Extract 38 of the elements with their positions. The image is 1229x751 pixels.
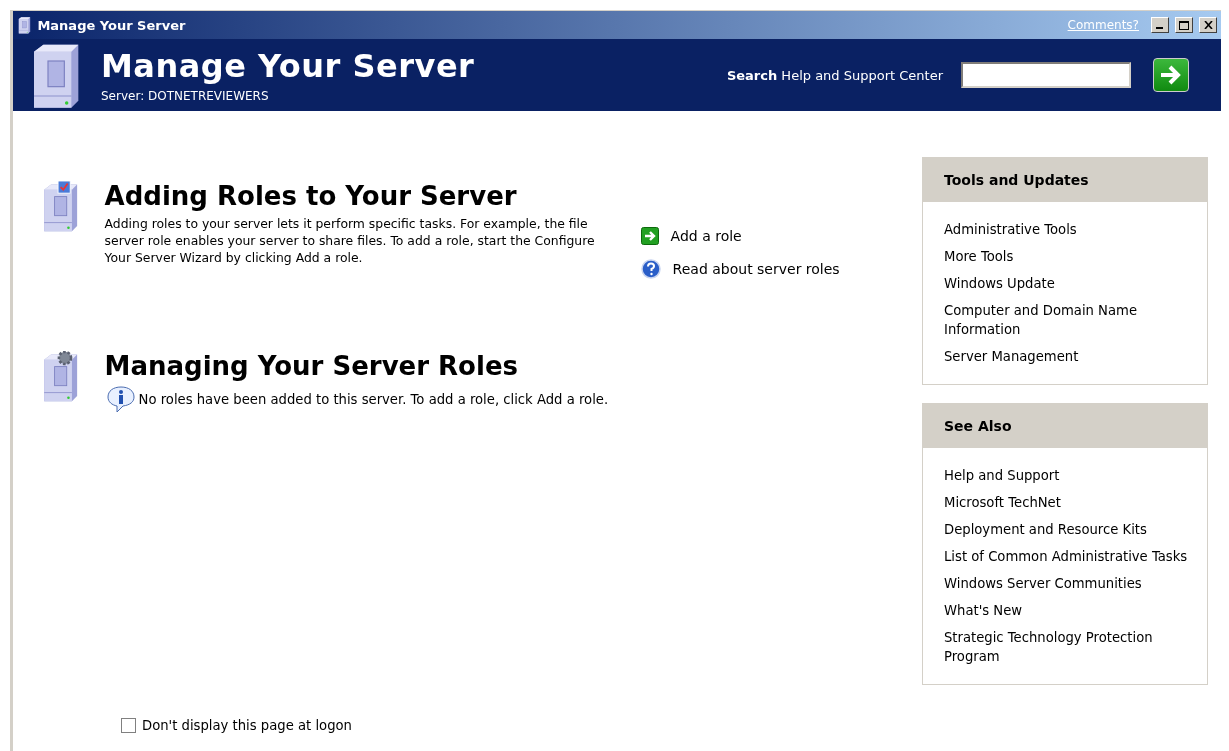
minimize-button[interactable] [1151, 17, 1169, 33]
panel-link[interactable]: Administrative Tools [944, 220, 1197, 239]
search-field[interactable] [961, 62, 1131, 88]
info-message: No roles have been added to this server. To add a role, click Add a role. [138, 391, 609, 407]
close-button[interactable] [1199, 17, 1217, 33]
search-label: Search Help and Support Center [726, 67, 943, 83]
maximize-button[interactable] [1175, 17, 1193, 33]
panel-link[interactable]: Strategic Technology Protection Program [944, 628, 1197, 666]
section-title: Managing Your Server Roles [104, 351, 519, 381]
task-link[interactable]: Add a role [670, 228, 742, 244]
close-icon [1203, 21, 1213, 29]
panel-link[interactable]: Help and Support [944, 466, 1197, 485]
server-icon [17, 16, 32, 34]
help-icon [640, 259, 661, 279]
search-go-button[interactable] [1153, 58, 1189, 92]
panel-title: See Also [923, 404, 1207, 448]
maximize-icon [1179, 20, 1189, 30]
section-title: Adding Roles to Your Server [104, 181, 518, 211]
arrow-icon [1159, 64, 1183, 86]
server-name: Server: DOTNETREVIEWERS [101, 89, 270, 103]
panel-link[interactable]: Deployment and Resource Kits [944, 520, 1197, 539]
task-link[interactable]: Read about server roles [672, 261, 840, 277]
section-description: Adding roles to your server lets it perform specific tasks. For example, the file server role enables your server to share files. To add a role, start the Configure Your Server Wizard by clicking Add a role. [104, 215, 596, 267]
panel-link[interactable]: Computer and Domain Name Information [944, 301, 1197, 339]
arrow-icon [640, 227, 659, 245]
checkbox-label: Don't display this page at logon [142, 718, 352, 733]
panel-link[interactable]: Microsoft TechNet [944, 493, 1197, 512]
panel-link[interactable]: What's New [944, 601, 1197, 620]
panel-link[interactable]: List of Common Administrative Tasks [944, 547, 1197, 566]
checkbox[interactable] [121, 718, 136, 733]
panel-link[interactable]: More Tools [944, 247, 1197, 266]
panel-link[interactable]: Windows Update [944, 274, 1197, 293]
window-title: Manage Your Server [37, 17, 187, 33]
panel-link[interactable]: Windows Server Communities [944, 574, 1197, 593]
panel-link[interactable]: Server Management [944, 347, 1197, 366]
page-title: Manage Your Server [101, 47, 476, 85]
info-icon [104, 385, 137, 413]
panel-title: Tools and Updates [923, 158, 1207, 202]
